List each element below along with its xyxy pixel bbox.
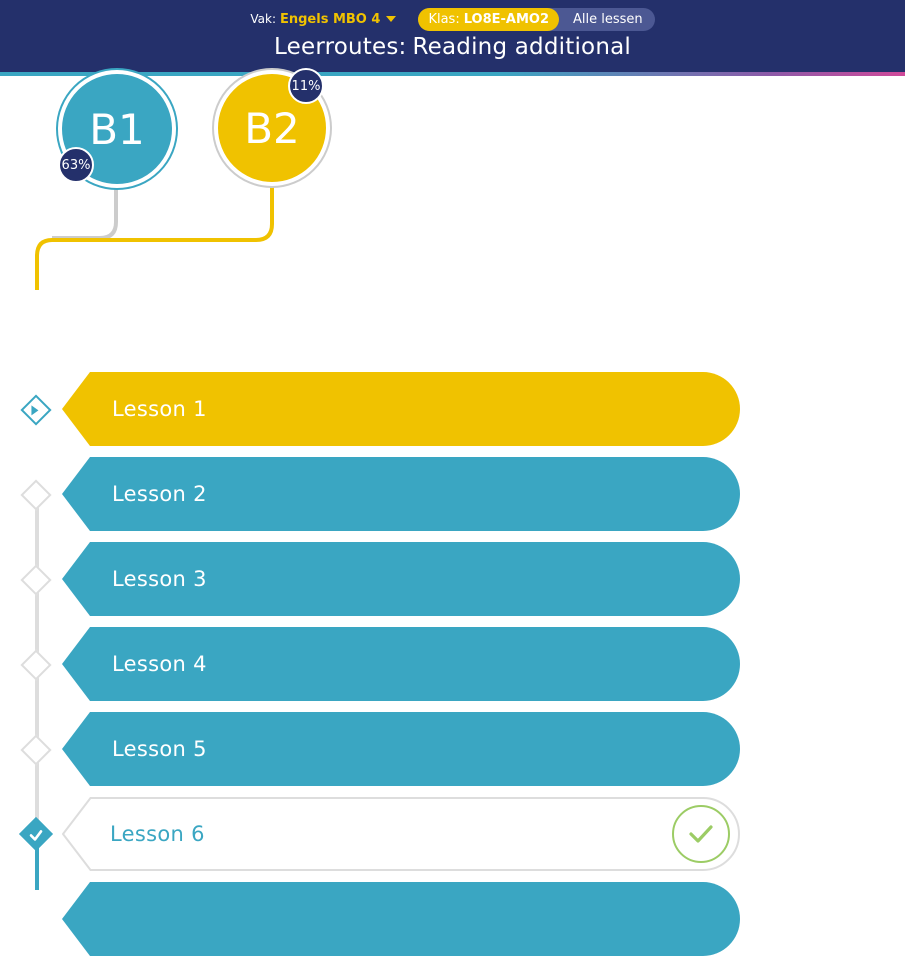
lesson-7-shape — [62, 882, 740, 956]
b1-connector — [52, 188, 118, 240]
lesson-5-card[interactable]: Lesson 5 — [62, 712, 740, 786]
lesson-1-label: Lesson 1 — [112, 397, 207, 421]
level-b2-percent: 11% — [291, 78, 321, 94]
check-icon — [29, 830, 43, 841]
lesson-6-card[interactable]: Lesson 6 — [62, 797, 740, 871]
lesson-3-card[interactable]: Lesson 3 — [62, 542, 740, 616]
lesson-7-card[interactable] — [62, 882, 740, 956]
b2-connector — [35, 186, 274, 290]
lesson-6-label: Lesson 6 — [110, 822, 205, 846]
level-b1-label: B1 — [89, 104, 145, 154]
lesson-2-card[interactable]: Lesson 2 — [62, 457, 740, 531]
lesson-4-card[interactable]: Lesson 4 — [62, 627, 740, 701]
lesson-4-label: Lesson 4 — [112, 652, 207, 676]
level-b1-progress-badge: 63% — [58, 147, 94, 183]
lesson-1-card[interactable]: Lesson 1 — [62, 372, 740, 446]
level-b2-label: B2 — [244, 103, 300, 153]
level-b1-percent: 63% — [61, 157, 91, 173]
lesson-5-label: Lesson 5 — [112, 737, 207, 761]
completed-check-icon — [672, 805, 730, 863]
lesson-2-label: Lesson 2 — [112, 482, 207, 506]
play-arrow-icon — [31, 405, 39, 416]
level-b2-progress-badge: 11% — [288, 68, 324, 104]
lesson-3-label: Lesson 3 — [112, 567, 207, 591]
checkmark-icon — [689, 825, 713, 843]
